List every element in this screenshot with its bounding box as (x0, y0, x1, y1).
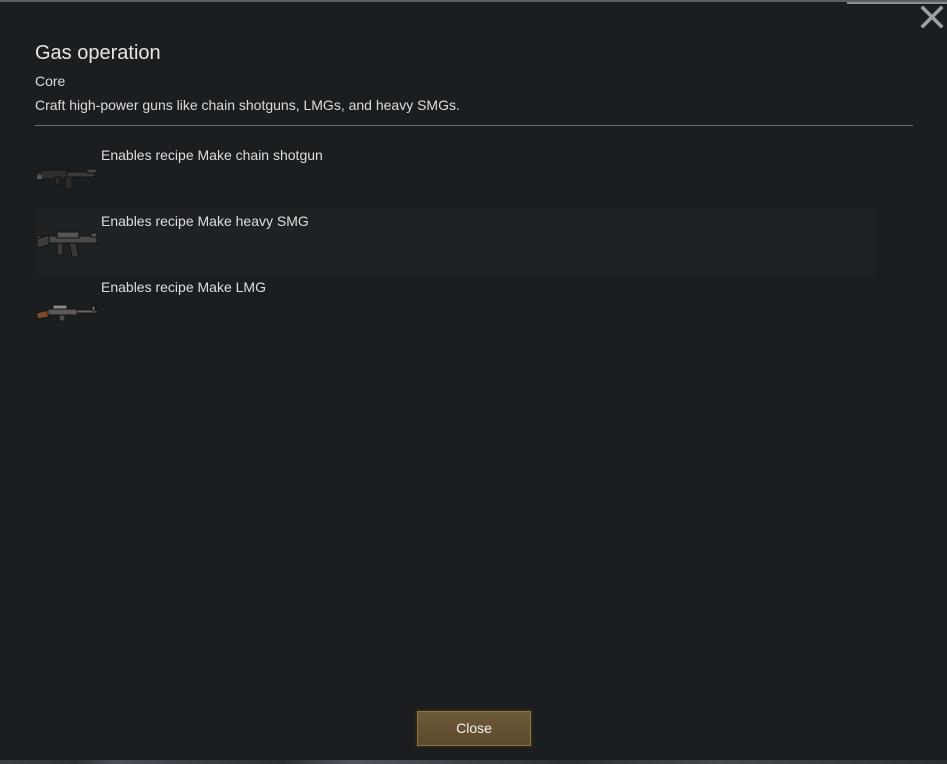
heavy-smg-icon (35, 226, 99, 266)
recipe-label: Enables recipe Make chain shotgun (101, 147, 323, 163)
close-button[interactable]: Close (415, 709, 533, 748)
recipe-label: Enables recipe Make heavy SMG (101, 213, 309, 229)
recipe-label: Enables recipe Make LMG (101, 279, 266, 295)
mod-source-label: Core (35, 73, 66, 89)
background-edge (0, 760, 947, 764)
chain-shotgun-icon (35, 160, 99, 200)
list-item[interactable]: Enables recipe Make chain shotgun (35, 142, 875, 208)
list-item[interactable]: Enables recipe Make heavy SMG (35, 208, 875, 274)
page-title: Gas operation (35, 42, 161, 64)
divider (35, 125, 913, 126)
unlock-list: Enables recipe Make chain shotgun Enable… (35, 142, 875, 340)
lmg-icon (35, 292, 99, 332)
research-dialog: Gas operation Core Craft high-power guns… (0, 0, 947, 764)
description-text: Craft high-power guns like chain shotgun… (35, 97, 460, 113)
close-icon[interactable] (919, 4, 945, 30)
list-item[interactable]: Enables recipe Make LMG (35, 274, 875, 340)
